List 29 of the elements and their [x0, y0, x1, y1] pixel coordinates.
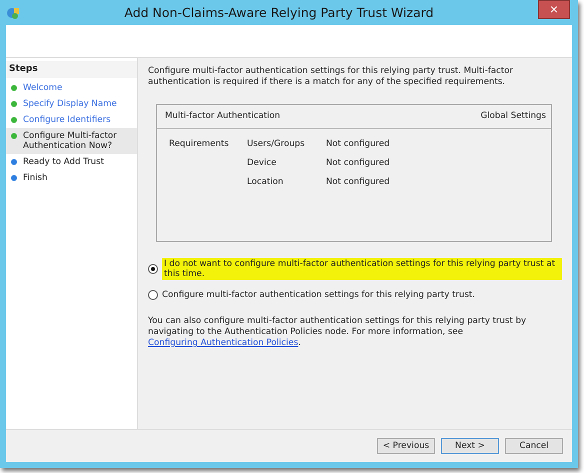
wizard-button[interactable]: Cancel	[505, 438, 563, 454]
step-link[interactable]: Configure Identifiers	[23, 115, 111, 125]
requirement-value: Not configured	[326, 158, 390, 168]
wizard-button[interactable]: < Previous	[377, 438, 435, 454]
window-title: Add Non-Claims-Aware Relying Party Trust Wizard	[123, 5, 435, 20]
requirement-name: Device	[247, 158, 278, 168]
intro-text: Configure multi-factor authentication settings for this relying party trust. Multi-factor authentication is required if there is a match for any of the specified requirements.	[148, 66, 514, 88]
wizard-app-icon	[6, 6, 20, 20]
steps-heading: Steps	[6, 61, 137, 78]
radio-button[interactable]	[148, 264, 158, 274]
step-link[interactable]: Welcome	[23, 83, 62, 93]
panel-title: Multi-factor Authentication	[165, 111, 280, 121]
radio-button[interactable]	[148, 290, 158, 300]
requirement-value: Not configured	[326, 139, 390, 149]
policies-link[interactable]: Configuring Authentication Policies	[148, 338, 298, 348]
wizard-button[interactable]: Next >	[441, 438, 499, 454]
highlighted-option-label[interactable]: I do not want to configure multi-factor authentication settings for this relying party trust at this time.	[162, 258, 562, 280]
requirement-name: Location	[247, 177, 284, 187]
close-button[interactable]: ×	[538, 0, 570, 19]
panel-scope: Global Settings	[480, 111, 546, 121]
step-label: Configure Multi-factor Authentication Now?	[23, 131, 118, 151]
requirement-value: Not configured	[326, 177, 390, 187]
option-label[interactable]: Configure multi-factor authentication settings for this relying party trust.	[162, 290, 476, 300]
step-link[interactable]: Specify Display Name	[23, 99, 117, 109]
requirement-name: Users/Groups	[247, 139, 306, 149]
requirements-label: Requirements	[169, 139, 230, 149]
step-label: Finish	[23, 173, 48, 183]
step-label: Ready to Add Trust	[23, 157, 104, 167]
note-text: You can also configure multi-factor authentication settings for this relying party trust by navigating to the Authentication Policies node. For more information, see Configuring Authentication Policies.	[148, 316, 528, 349]
